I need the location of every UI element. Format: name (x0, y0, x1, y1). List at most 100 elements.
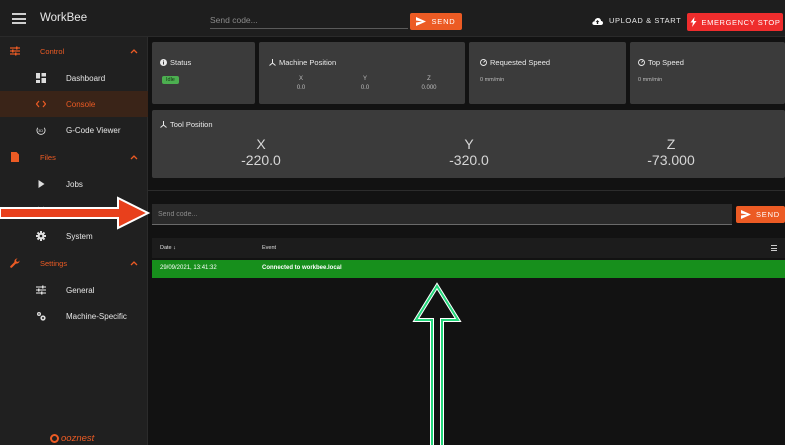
tool-z-value: -73.000 (647, 152, 695, 168)
top-send-code-input[interactable] (210, 11, 408, 29)
sidebar-item-system[interactable]: System (0, 223, 148, 249)
tool-x-readout: X -220.0 (221, 136, 301, 168)
machine-z-value: 0.000 (421, 85, 437, 91)
sidebar-item-macros[interactable]: Macros (0, 197, 148, 223)
logo-ring-icon (50, 434, 59, 443)
tool-x-label: X (256, 136, 266, 152)
sidebar-item-general[interactable]: General (0, 277, 148, 303)
chevron-up-icon (130, 261, 138, 266)
requested-speed-title-text: Requested Speed (490, 58, 551, 67)
app-title: WorkBee (40, 12, 88, 24)
code-icon (36, 99, 46, 109)
sidebar-item-console[interactable]: Console (0, 91, 148, 117)
green-annotation-arrow (412, 282, 462, 445)
tool-position-title: Tool Position (160, 120, 213, 129)
machine-position-title: Machine Position (269, 58, 336, 67)
lightning-icon (690, 17, 696, 27)
tool-z-label: Z (666, 136, 676, 152)
sidebar-group-label: Control (40, 46, 65, 56)
tool-position-card: Tool Position X -220.0 Y -320.0 Z -73.00… (152, 110, 785, 178)
tool-x-value: -220.0 (241, 152, 281, 168)
chevron-up-icon (130, 49, 138, 54)
console-send-button[interactable]: SEND (736, 206, 785, 223)
sidebar-item-label: Console (66, 99, 96, 109)
machine-y-value: 0.0 (360, 85, 370, 91)
top-speed-value: 0 mm/min (638, 77, 663, 83)
tool-y-readout: Y -320.0 (429, 136, 509, 168)
sliders-icon (36, 285, 46, 295)
status-badge: Idle (162, 76, 179, 84)
status-title-text: Status (170, 58, 192, 67)
dashboard-icon (36, 73, 46, 83)
cloud-upload-icon (592, 18, 603, 25)
axis-icon (269, 59, 276, 66)
top-speed-title: Top Speed (638, 58, 684, 67)
top-bar: WorkBee SEND UPLOAD & START EMERGENCY ST… (0, 0, 785, 37)
requested-speed-title: Requested Speed (480, 58, 550, 67)
sidebar-item-dashboard[interactable]: Dashboard (0, 65, 148, 91)
chevron-up-icon (130, 155, 138, 160)
sidebar-group-control[interactable]: Control (0, 39, 148, 63)
console-table-header: Date ↓ Event (152, 238, 785, 258)
sidebar-item-label: Macros (66, 205, 93, 215)
status-card: Status Idle (152, 42, 255, 104)
row-event: Connected to workbee.local (262, 265, 342, 271)
sliders-icon (10, 46, 20, 56)
axis-icon (160, 121, 167, 128)
gear-icon (36, 231, 46, 241)
sidebar-item-label: G-Code Viewer (66, 125, 121, 135)
sidebar-item-label: Jobs (66, 179, 83, 189)
sidebar: Control Dashboard Console 3D G-Code View… (0, 37, 148, 445)
menu-icon[interactable] (12, 13, 26, 24)
ooznest-logo: ooznest (50, 433, 94, 444)
speedometer-icon (480, 59, 487, 66)
sidebar-group-files[interactable]: Files (0, 145, 148, 169)
tool-y-value: -320.0 (449, 152, 489, 168)
table-row: 29/09/2021, 13:41:32 Connected to workbe… (152, 260, 785, 278)
machine-position-title-text: Machine Position (279, 58, 337, 67)
sidebar-item-jobs[interactable]: Jobs (0, 171, 148, 197)
top-speed-card: Top Speed 0 mm/min (630, 42, 785, 104)
3d-rotate-icon: 3D (36, 125, 46, 135)
file-icon (11, 152, 19, 162)
tool-position-title-text: Tool Position (170, 120, 213, 129)
send-icon (740, 210, 751, 219)
tool-z-readout: Z -73.000 (631, 136, 711, 168)
sidebar-item-label: General (66, 285, 95, 295)
tool-y-label: Y (464, 136, 474, 152)
top-send-label: SEND (431, 17, 456, 26)
code-icon (36, 205, 46, 215)
info-icon (160, 59, 167, 66)
speedometer-icon (638, 59, 645, 66)
sidebar-item-label: Dashboard (66, 73, 106, 83)
wrench-icon (10, 258, 20, 268)
sidebar-group-label: Files (40, 152, 56, 162)
sidebar-group-label: Settings (40, 258, 68, 268)
upload-start-button[interactable]: UPLOAD & START (592, 16, 681, 25)
top-speed-title-text: Top Speed (648, 58, 684, 67)
requested-speed-value: 0 mm/min (480, 77, 505, 83)
requested-speed-card: Requested Speed 0 mm/min (469, 42, 626, 104)
upload-start-label: UPLOAD & START (609, 16, 682, 25)
play-icon (36, 179, 46, 189)
top-send-button[interactable]: SEND (410, 13, 462, 30)
row-date: 29/09/2021, 13:41:32 (160, 265, 217, 271)
sidebar-item-machine-specific[interactable]: Machine-Specific (0, 303, 148, 329)
column-header-event: Event (262, 245, 277, 251)
console-send-label: SEND (755, 210, 781, 219)
status-card-title: Status (160, 58, 191, 67)
emergency-stop-button[interactable]: EMERGENCY STOP (687, 13, 783, 31)
machine-y-label: Y (362, 76, 367, 82)
section-divider (148, 190, 785, 191)
sidebar-item-label: System (66, 231, 93, 241)
machine-x-label: X (298, 76, 303, 82)
send-icon (416, 17, 427, 26)
column-header-date[interactable]: Date ↓ (160, 245, 176, 251)
logo-text: ooznest (61, 433, 95, 444)
gears-icon (36, 311, 46, 321)
table-menu-icon[interactable] (771, 245, 777, 251)
sidebar-group-settings[interactable]: Settings (0, 251, 148, 275)
machine-x-value: 0.0 (296, 85, 306, 91)
sidebar-item-gcode-viewer[interactable]: 3D G-Code Viewer (0, 117, 148, 143)
console-send-code-input[interactable] (152, 204, 732, 225)
